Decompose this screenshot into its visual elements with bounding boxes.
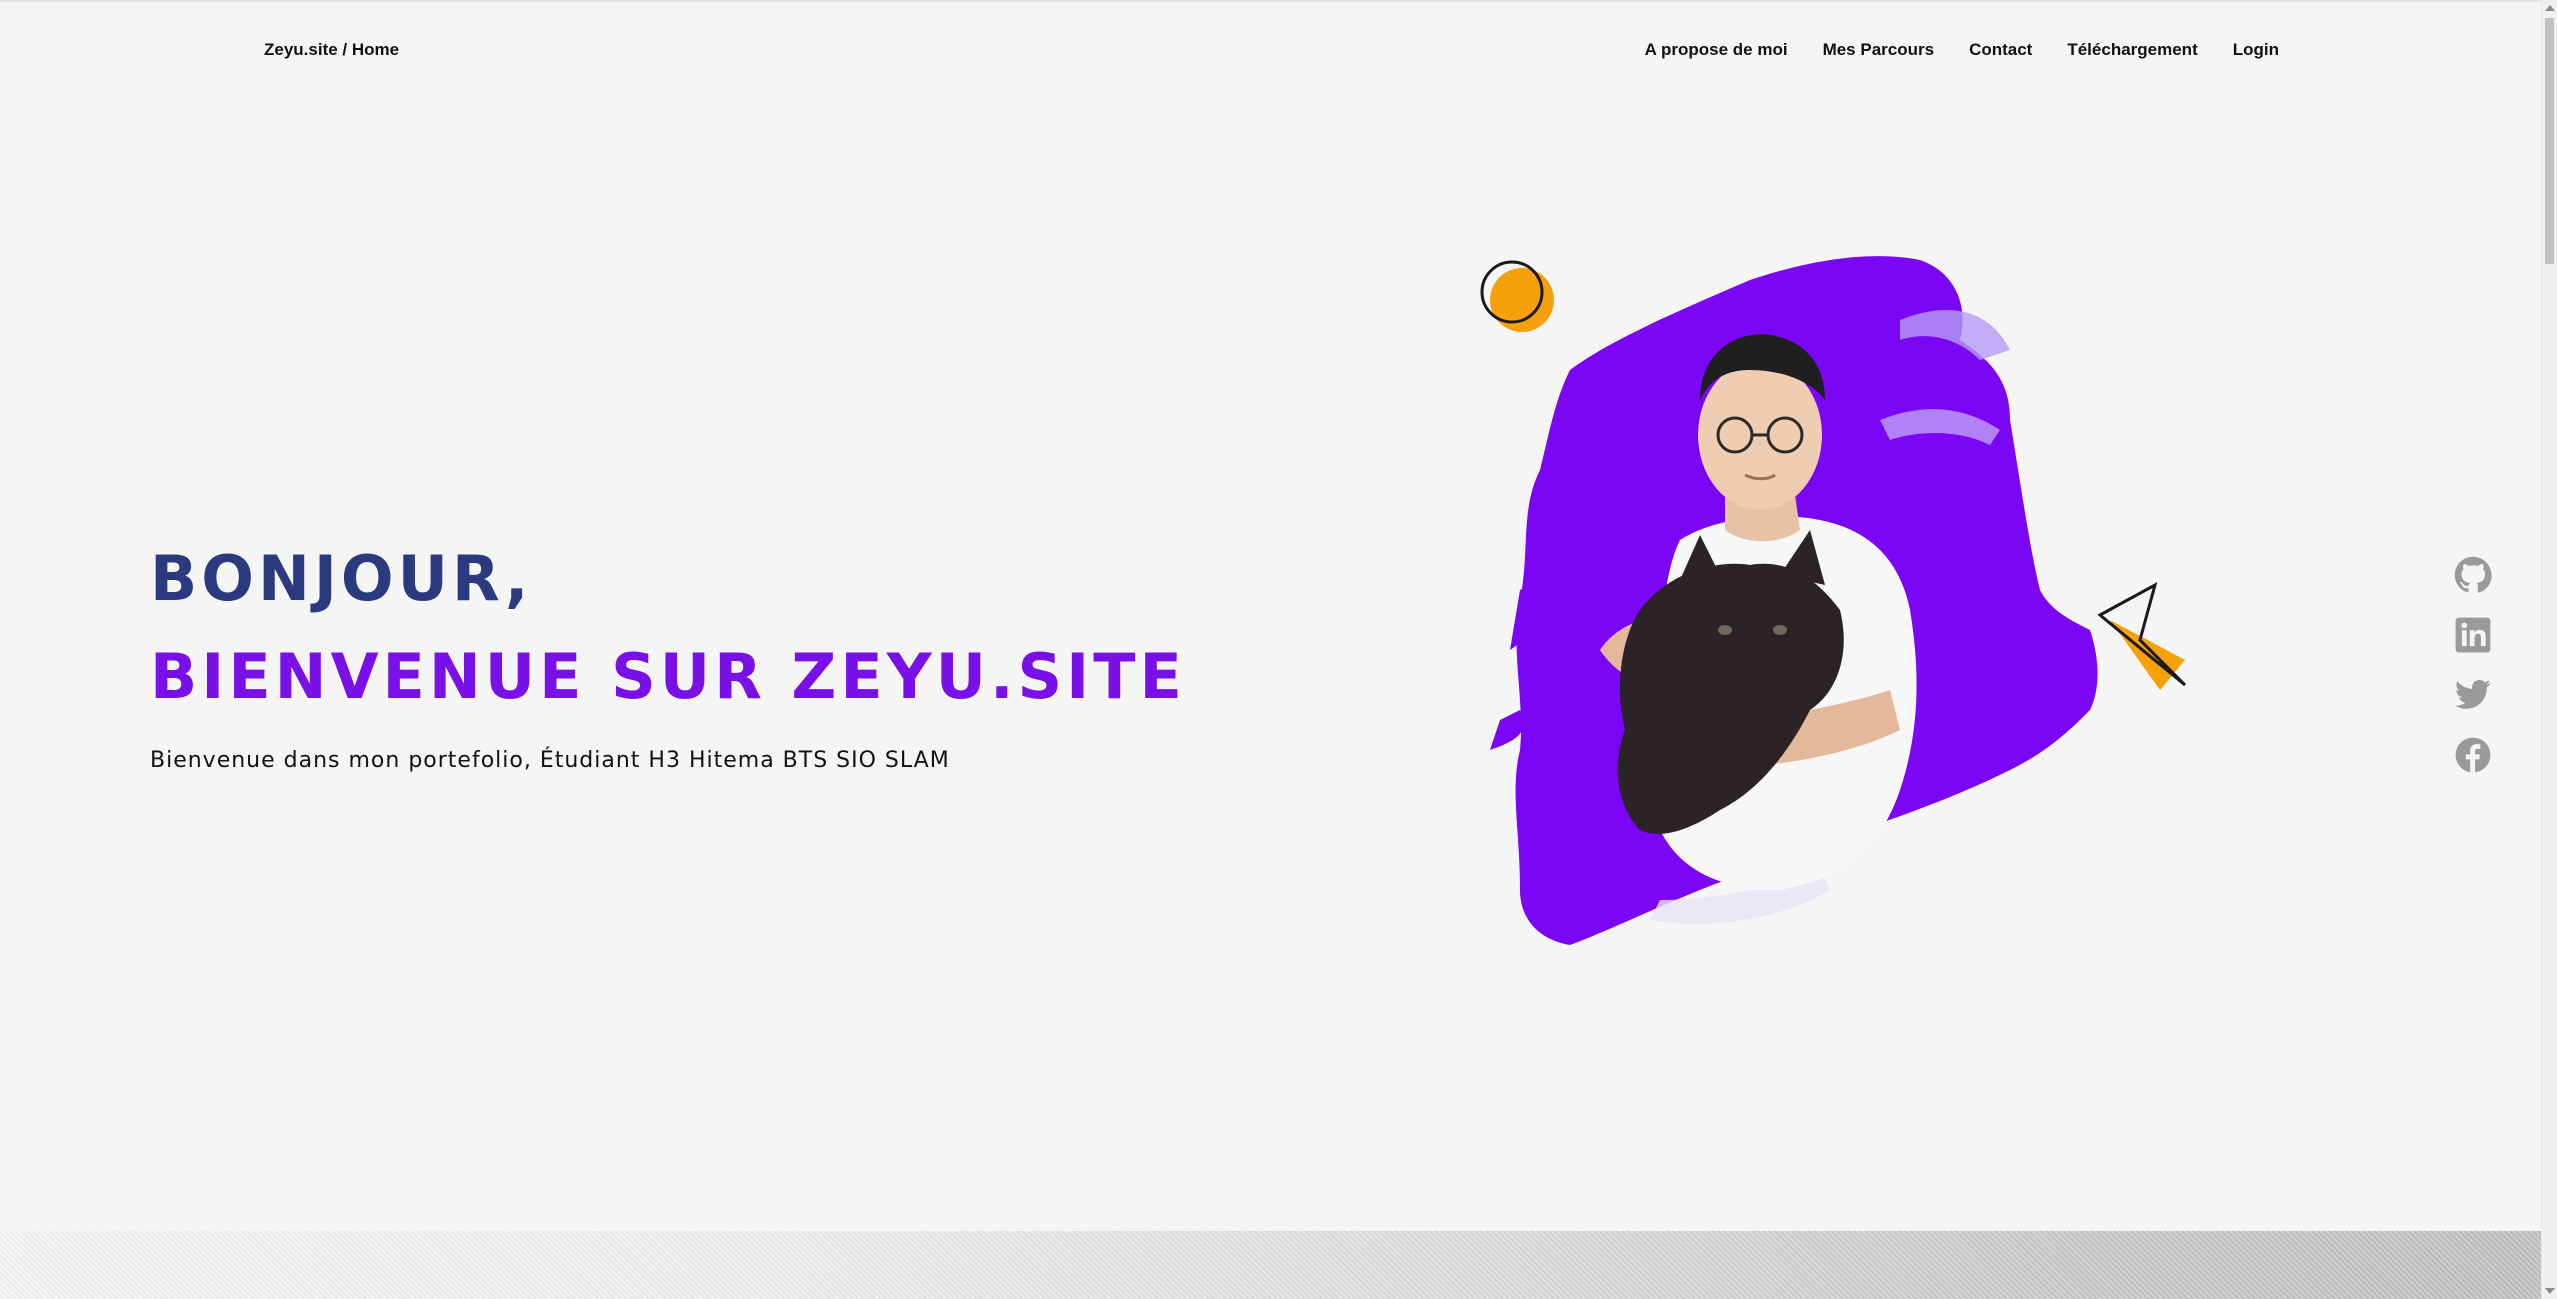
main-nav: A propose de moi Mes Parcours Contact Té… bbox=[1645, 40, 2279, 60]
hero-welcome-title: BIENVENUE SUR ZEYU.SITE bbox=[150, 640, 1186, 713]
vertical-scrollbar[interactable] bbox=[2541, 0, 2557, 1299]
scroll-up-arrow-icon[interactable] bbox=[2545, 5, 2555, 11]
scroll-thumb[interactable] bbox=[2545, 18, 2554, 264]
orange-triangle-decoration bbox=[2097, 581, 2187, 690]
brand-home-link[interactable]: Zeyu.site / Home bbox=[264, 40, 399, 60]
nav-link-parcours[interactable]: Mes Parcours bbox=[1823, 40, 1935, 60]
github-icon[interactable] bbox=[2454, 556, 2492, 594]
facebook-icon[interactable] bbox=[2454, 736, 2492, 774]
page: Zeyu.site / Home A propose de moi Mes Pa… bbox=[0, 0, 2557, 1299]
texture-overlay bbox=[0, 1231, 2542, 1299]
top-border bbox=[0, 0, 2542, 2]
nav-link-about[interactable]: A propose de moi bbox=[1645, 40, 1788, 60]
scroll-down-arrow-icon[interactable] bbox=[2545, 1288, 2555, 1294]
hero-greeting: BONJOUR, bbox=[150, 542, 533, 615]
orange-circle-decoration bbox=[1480, 260, 1554, 332]
hero-portrait-illustration bbox=[1480, 256, 2187, 945]
next-section-preview bbox=[0, 1231, 2542, 1299]
social-links bbox=[2454, 556, 2492, 774]
linkedin-icon[interactable] bbox=[2454, 616, 2492, 654]
nav-link-contact[interactable]: Contact bbox=[1969, 40, 2032, 60]
nav-link-download[interactable]: Téléchargement bbox=[2067, 40, 2197, 60]
hero-subtitle: Bienvenue dans mon portefolio, Étudiant … bbox=[150, 748, 950, 773]
twitter-icon[interactable] bbox=[2454, 676, 2492, 714]
nav-link-login[interactable]: Login bbox=[2233, 40, 2279, 60]
